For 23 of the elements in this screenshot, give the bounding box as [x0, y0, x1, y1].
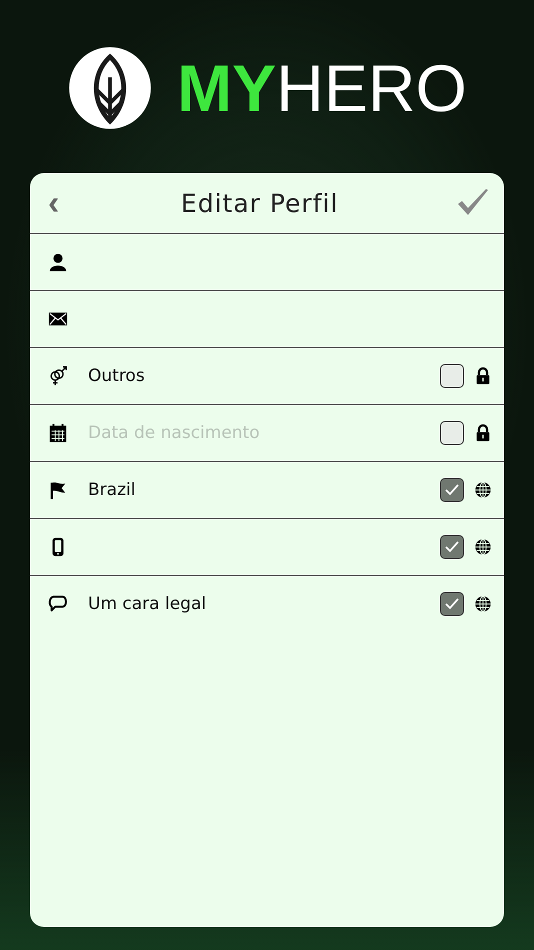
globe-icon	[474, 595, 492, 613]
checkbox[interactable]	[440, 478, 464, 502]
person-icon	[48, 252, 68, 272]
checkbox[interactable]	[440, 421, 464, 445]
checkbox[interactable]	[440, 535, 464, 559]
lock-icon	[474, 424, 492, 442]
logo-text: MY	[177, 54, 276, 120]
flag-icon	[48, 480, 68, 500]
leaf-logo-icon	[67, 44, 154, 130]
screen-title: Editar Perfil	[180, 188, 338, 218]
input-field[interactable]: Outros	[88, 366, 440, 386]
globe-icon	[474, 538, 492, 556]
input-field[interactable]: Brazil	[88, 480, 440, 500]
checkbox[interactable]	[440, 364, 464, 388]
checkbox[interactable]	[440, 592, 464, 616]
lock-icon	[474, 367, 492, 385]
calendar-icon	[48, 423, 68, 443]
logo-text: HERO	[276, 54, 467, 120]
input-field[interactable]: Um cara legal	[88, 594, 440, 614]
globe-icon	[474, 481, 492, 499]
speech-bubble-icon	[48, 594, 68, 614]
back-button[interactable]: ‹	[44, 186, 64, 220]
gender-icon	[48, 366, 68, 386]
